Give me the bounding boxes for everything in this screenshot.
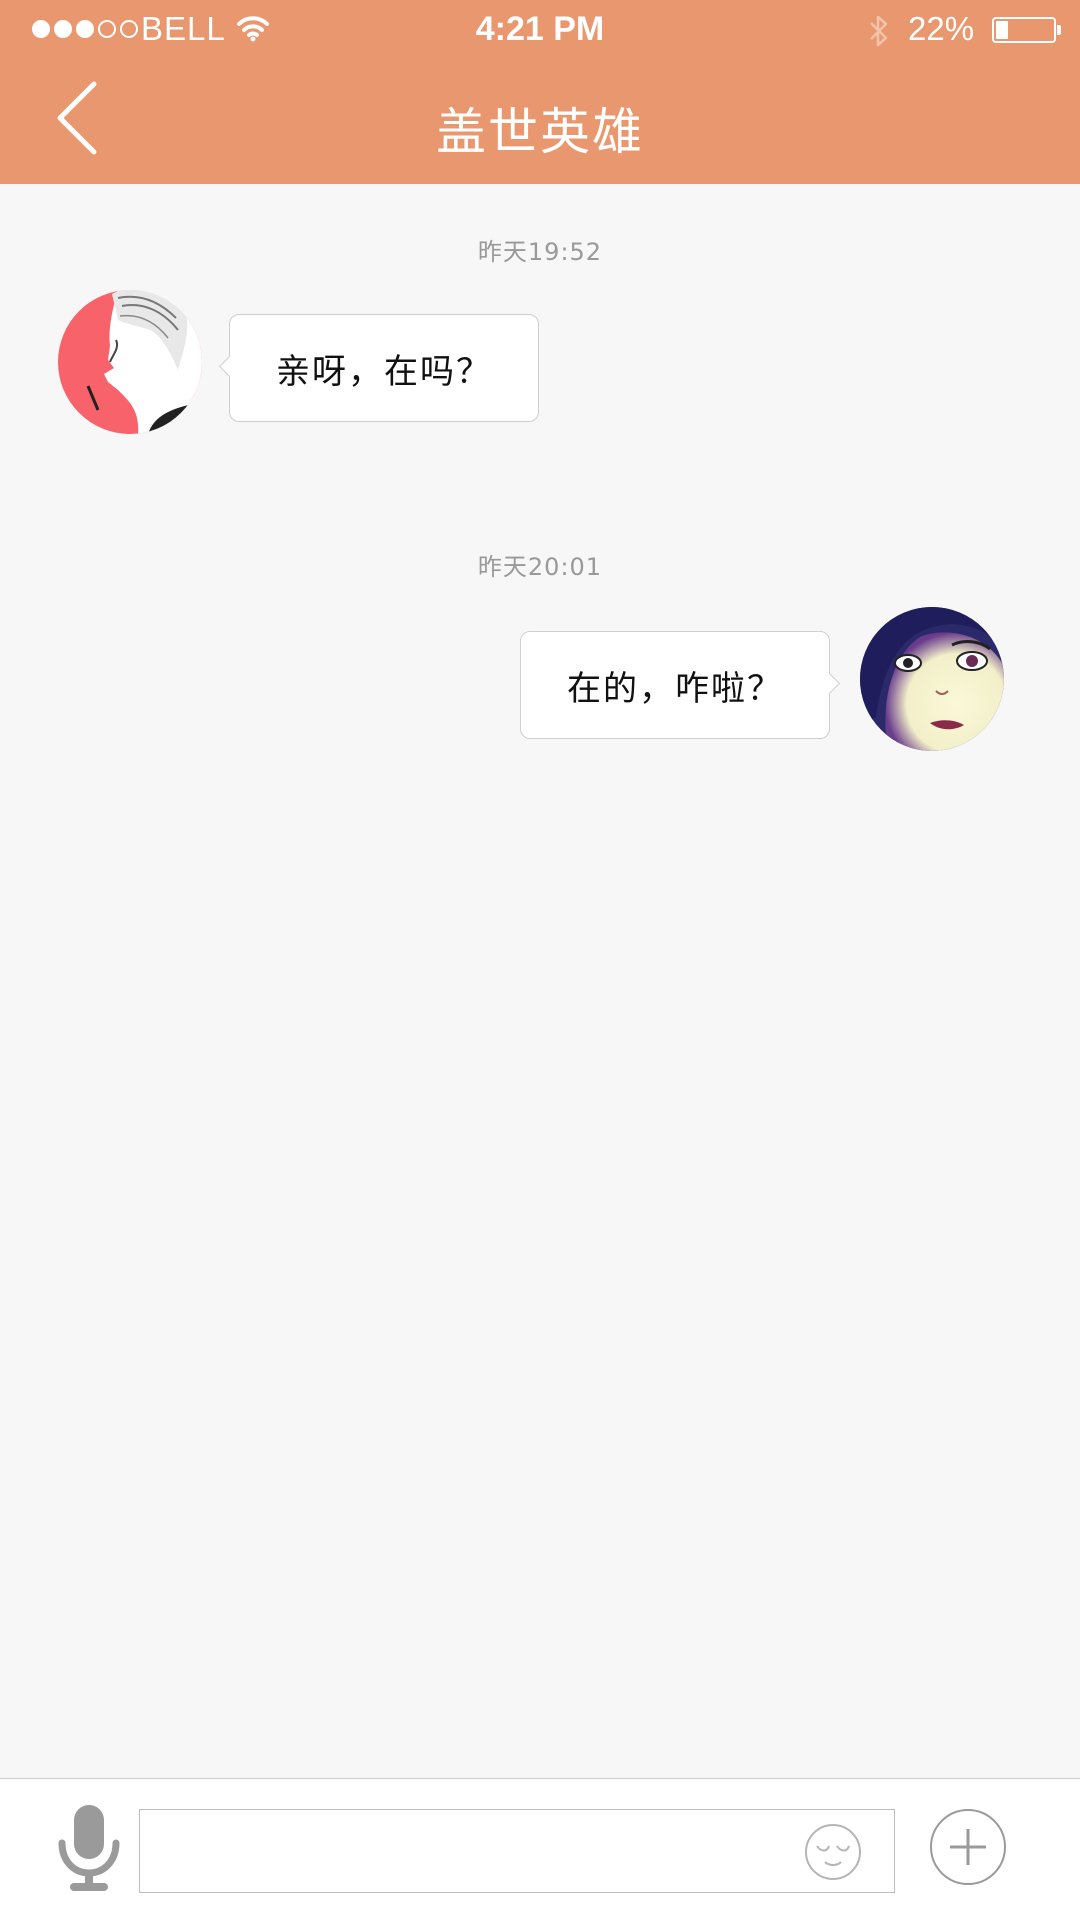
message-timestamp: 昨天19:52 [477, 238, 603, 266]
plus-icon [930, 1809, 1006, 1885]
user-avatar[interactable] [860, 607, 1004, 751]
microphone-icon [58, 1805, 120, 1891]
message-input[interactable] [139, 1809, 895, 1893]
message-text: 在的，咋啦？ [567, 668, 783, 709]
emoji-icon [805, 1824, 861, 1880]
message-text: 亲呀，在吗？ [276, 351, 492, 392]
message-bubble-sent[interactable]: 在的，咋啦？ [520, 631, 841, 739]
bluetooth-icon [866, 12, 892, 55]
message-bubble-received[interactable]: 亲呀，在吗？ [218, 314, 539, 422]
message-timestamp: 昨天20:01 [477, 553, 603, 581]
status-bar: BELL 4:21 PM 22% [0, 0, 1080, 62]
contact-avatar[interactable] [58, 290, 202, 434]
chat-title: 盖世英雄 [436, 103, 644, 161]
input-bar [0, 1778, 1080, 1920]
voice-button[interactable] [56, 1803, 122, 1899]
battery-percent: 22% [908, 10, 975, 47]
more-button[interactable] [928, 1807, 1008, 1891]
header-bar: BELL 4:21 PM 22% 盖世英雄 [0, 0, 1080, 184]
battery-icon [992, 17, 1056, 43]
emoji-button[interactable] [803, 1822, 863, 1886]
